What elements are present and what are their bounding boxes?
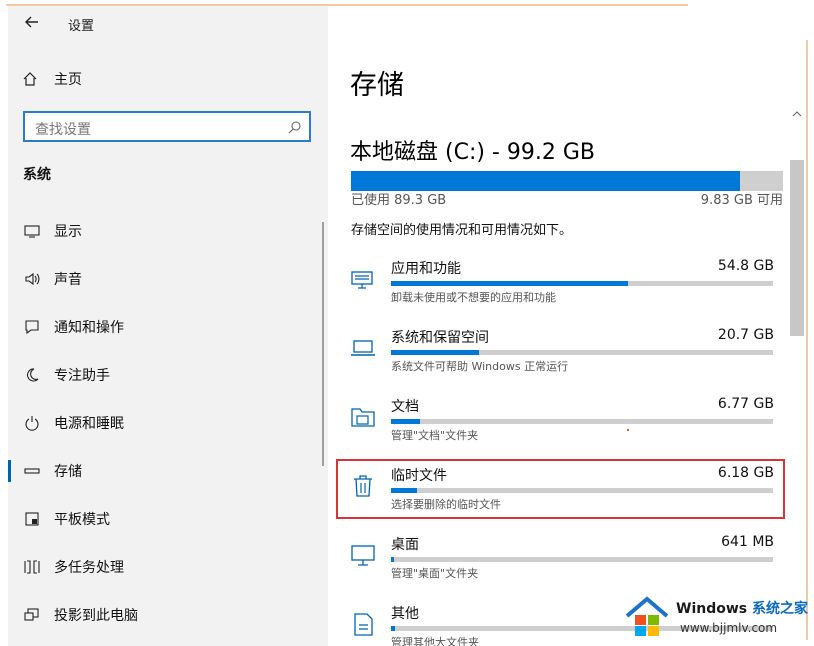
back-button[interactable] (22, 12, 42, 32)
sidebar-item-label: 专注助手 (54, 368, 110, 384)
disk-used-label: 已使用 89.3 GB (351, 193, 447, 208)
tablet-icon (22, 509, 42, 529)
back-arrow-icon (25, 16, 38, 28)
section-title: 系统 (23, 167, 51, 183)
category-name: 系统和保留空间 (391, 330, 489, 346)
watermark-brand-zh: 系统之家 (752, 601, 808, 617)
watermark-url: www.bjjmlv.com (680, 621, 778, 635)
category-bar (391, 350, 773, 355)
stray-mark (627, 429, 629, 431)
sidebar-item-home[interactable]: 主页 (20, 66, 300, 92)
documents-folder-icon (350, 404, 376, 430)
frame-right-line (806, 40, 808, 640)
sidebar-item-label: 电源和睡眠 (54, 416, 124, 432)
disk-title: 本地磁盘 (C:) - 99.2 GB (350, 140, 595, 165)
sidebar-item-focus-assist[interactable]: 专注助手 (8, 351, 326, 399)
sidebar-item-label: 存储 (54, 464, 82, 480)
sidebar-scrollbar[interactable] (322, 222, 324, 466)
sidebar-item-label: 显示 (54, 224, 82, 240)
storage-icon (22, 461, 42, 481)
storage-description: 存储空间的使用情况和可用情况如下。 (351, 223, 573, 238)
windows-house-logo-icon (625, 596, 669, 636)
sidebar-item-label: 投影到此电脑 (54, 608, 138, 624)
project-icon (22, 605, 42, 625)
category-bar (391, 281, 773, 286)
category-bar-fill (391, 626, 395, 631)
multitask-icon (22, 557, 42, 577)
category-bar (391, 419, 773, 424)
other-icon (350, 611, 376, 637)
category-subtitle: 卸载未使用或不想要的应用和功能 (391, 291, 556, 304)
search-icon[interactable] (287, 119, 303, 135)
search-box[interactable]: 查找设置 (23, 111, 311, 142)
watermark-brand-en: Windows (676, 601, 748, 617)
category-bar-fill (391, 557, 395, 562)
sidebar-item-label: 平板模式 (54, 512, 110, 528)
sidebar-item-label: 主页 (54, 72, 82, 88)
scroll-up-arrow-icon[interactable] (792, 104, 802, 117)
page-title: 存储 (350, 70, 404, 101)
apps-icon (350, 266, 376, 292)
category-system[interactable]: 系统和保留空间 20.7 GB 系统文件可帮助 Windows 正常运行 (328, 327, 788, 387)
disk-usage-bar (351, 171, 783, 191)
sidebar-item-display[interactable]: 显示 (8, 207, 326, 255)
category-subtitle: 系统文件可帮助 Windows 正常运行 (391, 360, 569, 373)
sidebar-item-power[interactable]: 电源和睡眠 (8, 399, 326, 447)
power-icon (22, 413, 42, 433)
category-apps[interactable]: 应用和功能 54.8 GB 卸载未使用或不想要的应用和功能 (328, 258, 788, 318)
category-subtitle: 管理"桌面"文件夹 (391, 567, 479, 580)
category-name: 文档 (391, 399, 419, 415)
sidebar-item-label: 通知和操作 (54, 320, 124, 336)
moon-icon (22, 365, 42, 385)
category-subtitle: 管理"文档"文件夹 (391, 429, 479, 442)
category-size: 6.77 GB (717, 396, 774, 412)
desktop-icon (350, 542, 376, 568)
category-bar-fill (391, 350, 479, 355)
sidebar-item-tablet[interactable]: 平板模式 (8, 495, 326, 543)
category-size: 54.8 GB (717, 258, 774, 274)
laptop-icon (350, 335, 376, 361)
sidebar-item-label: 多任务处理 (54, 560, 124, 576)
notification-icon (22, 317, 42, 337)
disk-usage-fill (351, 171, 740, 191)
category-bar-fill (391, 419, 420, 424)
sidebar-item-label: 声音 (54, 272, 82, 288)
sidebar-item-notifications[interactable]: 通知和操作 (8, 303, 326, 351)
sidebar-item-storage[interactable]: 存储 (8, 447, 326, 495)
category-name: 桌面 (391, 537, 419, 553)
home-icon (20, 69, 40, 89)
category-bar (391, 557, 773, 562)
sidebar-item-multitasking[interactable]: 多任务处理 (8, 543, 326, 591)
category-size: 20.7 GB (717, 327, 774, 343)
sidebar-item-sound[interactable]: 声音 (8, 255, 326, 303)
sidebar-nav: 显示 声音 通知和操作 专注助手 电源和睡眠 存储 平板模式 多任务处理 投影到… (8, 207, 326, 639)
monitor-icon (22, 221, 42, 241)
main-scrollbar-thumb[interactable] (790, 160, 804, 336)
category-documents[interactable]: 文档 6.77 GB 管理"文档"文件夹 (328, 396, 788, 456)
active-indicator (8, 460, 11, 482)
category-size: 641 MB (721, 534, 774, 550)
category-name: 其他 (391, 606, 419, 622)
category-name: 应用和功能 (391, 261, 461, 277)
temp-files-highlight (336, 459, 785, 519)
app-title: 设置 (68, 19, 95, 34)
watermark: Windows 系统之家 www.bjjmlv.com (620, 594, 810, 642)
search-input[interactable]: 查找设置 (35, 119, 91, 139)
speaker-icon (22, 269, 42, 289)
disk-free-label: 9.83 GB 可用 (700, 193, 783, 208)
main-pane: 存储 本地磁盘 (C:) - 99.2 GB 已使用 89.3 GB 9.83 … (328, 6, 806, 646)
category-desktop[interactable]: 桌面 641 MB 管理"桌面"文件夹 (328, 534, 788, 594)
category-subtitle: 管理其他大文件夹 (391, 636, 479, 646)
watermark-brand: Windows 系统之家 (676, 598, 808, 618)
sidebar-item-project[interactable]: 投影到此电脑 (8, 591, 326, 639)
category-bar-fill (391, 281, 628, 286)
